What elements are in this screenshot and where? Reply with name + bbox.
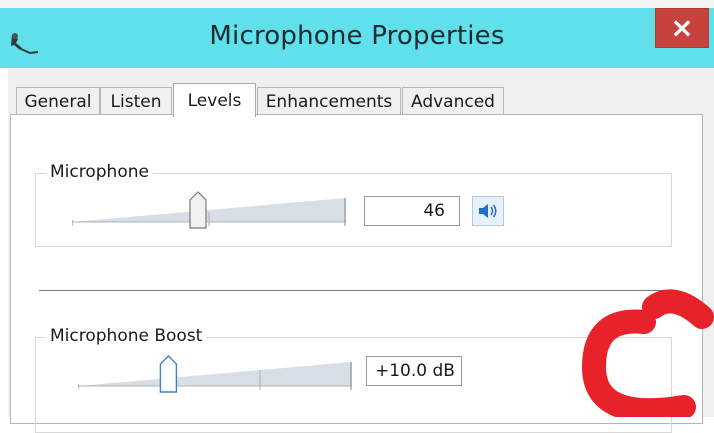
microphone-slider-thumb — [189, 191, 207, 229]
tab-listen[interactable]: Listen — [100, 87, 172, 115]
speaker-icon — [479, 204, 497, 218]
tab-label: General — [24, 91, 92, 112]
dialog-body: General Listen Levels Enhancements Advan… — [8, 68, 714, 433]
title-bar: Microphone Properties — [0, 8, 714, 68]
tab-label: Listen — [110, 91, 162, 112]
microphone-boost-group: Microphone Boost +10.0 dB — [35, 326, 672, 433]
microphone-group: Microphone 46 — [35, 162, 672, 247]
tab-enhancements[interactable]: Enhancements — [257, 87, 401, 115]
mute-toggle-button[interactable] — [472, 196, 504, 226]
microphone-level-field[interactable]: 46 — [364, 196, 460, 226]
microphone-boost-value-field: +10.0 dB — [366, 356, 462, 386]
tab-advanced[interactable]: Advanced — [402, 87, 504, 115]
tab-general[interactable]: General — [16, 87, 100, 115]
close-icon: × — [670, 11, 694, 44]
tab-levels[interactable]: Levels — [173, 83, 256, 117]
tab-label: Enhancements — [265, 91, 393, 112]
microphone-level-value: 46 — [423, 201, 445, 221]
microphone-boost-value: +10.0 dB — [375, 361, 455, 381]
tab-label: Levels — [187, 90, 242, 111]
microphone-boost-group-label: Microphone Boost — [46, 326, 207, 346]
tab-label: Advanced — [411, 91, 495, 112]
separator-line — [39, 290, 665, 291]
microphone-boost-slider-thumb — [159, 355, 178, 393]
close-button[interactable]: × — [655, 8, 709, 48]
background-strip — [0, 0, 714, 8]
microphone-group-label: Microphone — [46, 162, 153, 182]
slider-track-wedge — [78, 362, 352, 386]
microphone-volume-slider[interactable] — [72, 190, 346, 230]
microphone-properties-window: Microphone Properties × General Listen L… — [0, 0, 714, 433]
window-title: Microphone Properties — [209, 21, 505, 51]
microphone-boost-slider[interactable] — [78, 354, 352, 394]
levels-panel: Microphone 46 Microphone Boost +10.0 dB — [10, 114, 703, 433]
